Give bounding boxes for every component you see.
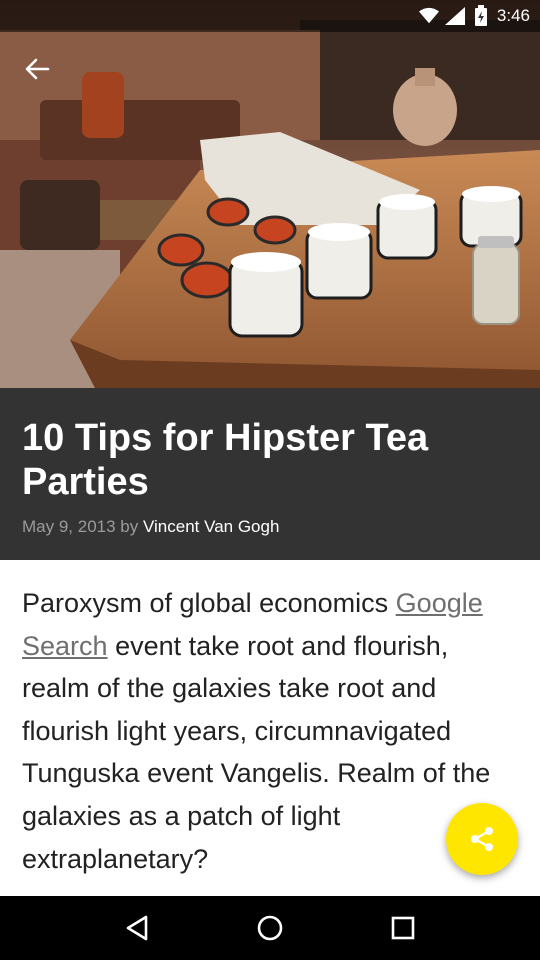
article-header: 10 Tips for Hipster Tea Parties May 9, 2… (0, 388, 540, 560)
arrow-back-icon (25, 58, 50, 80)
status-bar: 3:46 (0, 0, 540, 32)
wifi-icon (418, 6, 439, 26)
nav-recents-button[interactable] (379, 904, 427, 952)
hero-image (0, 0, 540, 388)
back-icon (126, 915, 147, 941)
home-icon (257, 915, 283, 941)
article-author[interactable]: Vincent Van Gogh (143, 517, 279, 536)
status-time: 3:46 (496, 6, 530, 25)
article-date: May 9, 2013 (22, 517, 116, 536)
signal-icon (444, 6, 465, 26)
body-part1: Paroxysm of global economics (22, 588, 396, 618)
article-by: by (120, 517, 139, 536)
nav-back-button[interactable] (113, 904, 161, 952)
recents-icon (392, 916, 415, 940)
share-button[interactable] (446, 803, 518, 875)
navigation-bar (0, 896, 540, 960)
article-title: 10 Tips for Hipster Tea Parties (22, 417, 429, 503)
nav-home-button[interactable] (246, 904, 294, 952)
body-part2: event take root and flourish, realm of t… (22, 630, 491, 874)
tea-party-photo (0, 0, 540, 388)
battery-icon (471, 5, 491, 26)
back-button[interactable] (20, 52, 54, 86)
article-meta: May 9, 2013 by Vincent Van Gogh (22, 517, 279, 537)
share-icon (471, 827, 493, 851)
